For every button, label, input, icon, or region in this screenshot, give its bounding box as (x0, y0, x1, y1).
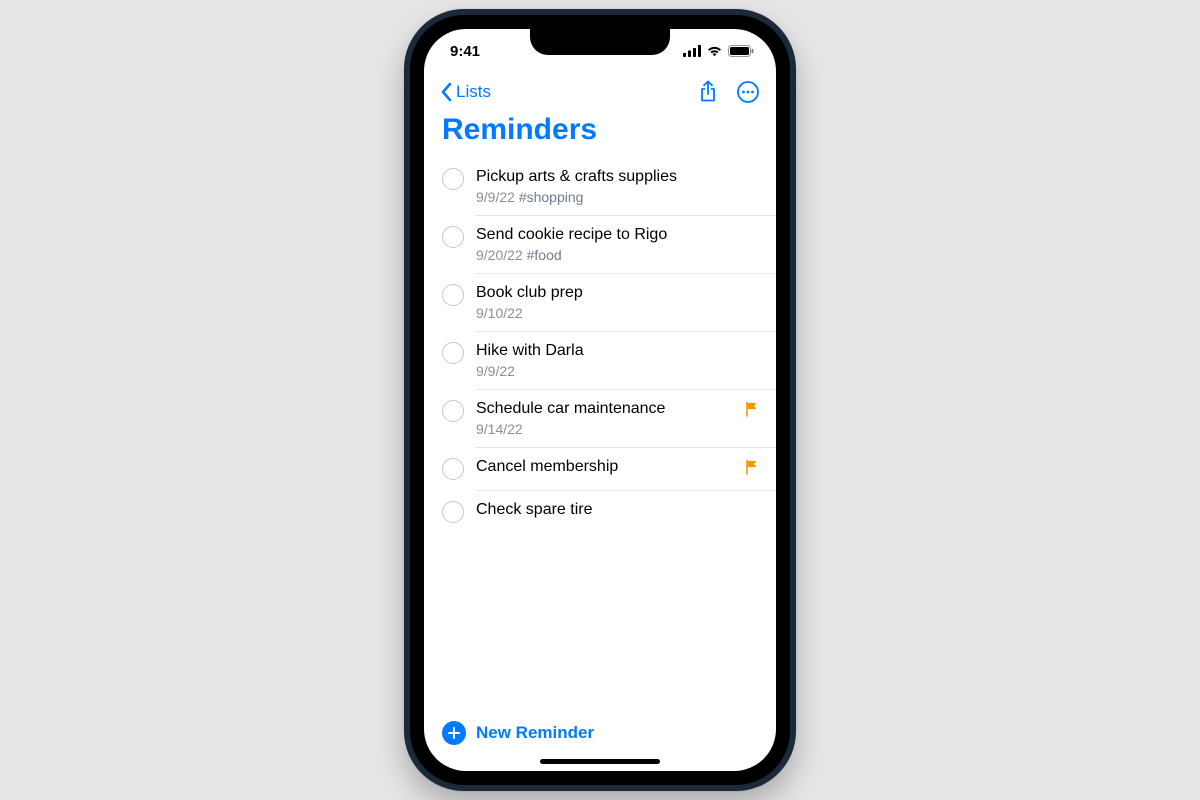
screen: 9:41 (424, 29, 776, 771)
reminder-title: Send cookie recipe to Rigo (476, 225, 760, 245)
reminder-row[interactable]: Book club prep 9/10/22 (442, 273, 776, 331)
back-button[interactable]: Lists (440, 82, 491, 102)
share-button[interactable] (698, 80, 718, 104)
home-indicator[interactable] (540, 759, 660, 764)
reminder-row[interactable]: Cancel membership (442, 447, 776, 490)
reminder-checkbox[interactable] (442, 226, 464, 248)
more-button[interactable] (736, 80, 760, 104)
reminder-row[interactable]: Check spare tire (442, 490, 776, 533)
reminder-subtitle: 9/9/22 (476, 363, 760, 379)
notch (530, 29, 670, 55)
status-right (683, 45, 754, 57)
reminder-title: Book club prep (476, 283, 760, 303)
flag-icon (744, 401, 760, 417)
plus-circle-icon (442, 721, 466, 745)
reminder-tag[interactable]: #shopping (519, 189, 584, 205)
reminder-checkbox[interactable] (442, 501, 464, 523)
reminder-date: 9/20/22 (476, 247, 523, 263)
reminder-body: Pickup arts & crafts supplies 9/9/22 #sho… (476, 167, 760, 205)
battery-icon (728, 45, 754, 57)
reminder-subtitle: 9/9/22 #shopping (476, 189, 760, 205)
reminder-checkbox[interactable] (442, 284, 464, 306)
reminder-body: Book club prep 9/10/22 (476, 283, 760, 321)
reminder-row[interactable]: Send cookie recipe to Rigo 9/20/22 #food (442, 215, 776, 273)
flag-icon (744, 459, 760, 475)
reminder-title: Schedule car maintenance (476, 399, 736, 419)
new-reminder-label: New Reminder (476, 723, 594, 743)
reminder-subtitle: 9/10/22 (476, 305, 760, 321)
reminder-date: 9/9/22 (476, 363, 515, 379)
more-icon (736, 80, 760, 104)
page-title: Reminders (424, 111, 776, 157)
cellular-icon (683, 45, 701, 57)
reminder-row[interactable]: Hike with Darla 9/9/22 (442, 331, 776, 389)
reminder-body: Cancel membership (476, 457, 736, 477)
reminder-date: 9/10/22 (476, 305, 523, 321)
reminder-checkbox[interactable] (442, 168, 464, 190)
reminder-checkbox[interactable] (442, 400, 464, 422)
reminder-body: Hike with Darla 9/9/22 (476, 341, 760, 379)
reminder-subtitle: 9/20/22 #food (476, 247, 760, 263)
reminder-body: Send cookie recipe to Rigo 9/20/22 #food (476, 225, 760, 263)
reminder-body: Schedule car maintenance 9/14/22 (476, 399, 736, 437)
share-icon (698, 80, 718, 104)
reminder-date: 9/9/22 (476, 189, 515, 205)
reminder-checkbox[interactable] (442, 458, 464, 480)
status-time: 9:41 (450, 43, 480, 60)
reminder-row[interactable]: Schedule car maintenance 9/14/22 (442, 389, 776, 447)
reminder-body: Check spare tire (476, 500, 760, 520)
reminder-title: Hike with Darla (476, 341, 760, 361)
reminder-tag[interactable]: #food (527, 247, 562, 263)
reminder-row[interactable]: Pickup arts & crafts supplies 9/9/22 #sho… (442, 157, 776, 215)
reminder-title: Check spare tire (476, 500, 760, 520)
phone-bezel: 9:41 (410, 15, 790, 785)
reminder-title: Cancel membership (476, 457, 736, 477)
phone-frame: 9:41 (404, 9, 796, 791)
chevron-left-icon (440, 82, 452, 102)
reminder-title: Pickup arts & crafts supplies (476, 167, 760, 187)
back-label: Lists (456, 82, 491, 102)
reminder-date: 9/14/22 (476, 421, 523, 437)
reminder-checkbox[interactable] (442, 342, 464, 364)
wifi-icon (706, 45, 723, 57)
nav-bar: Lists (424, 73, 776, 111)
reminder-list[interactable]: Pickup arts & crafts supplies 9/9/22 #sho… (424, 157, 776, 711)
reminder-subtitle: 9/14/22 (476, 421, 736, 437)
